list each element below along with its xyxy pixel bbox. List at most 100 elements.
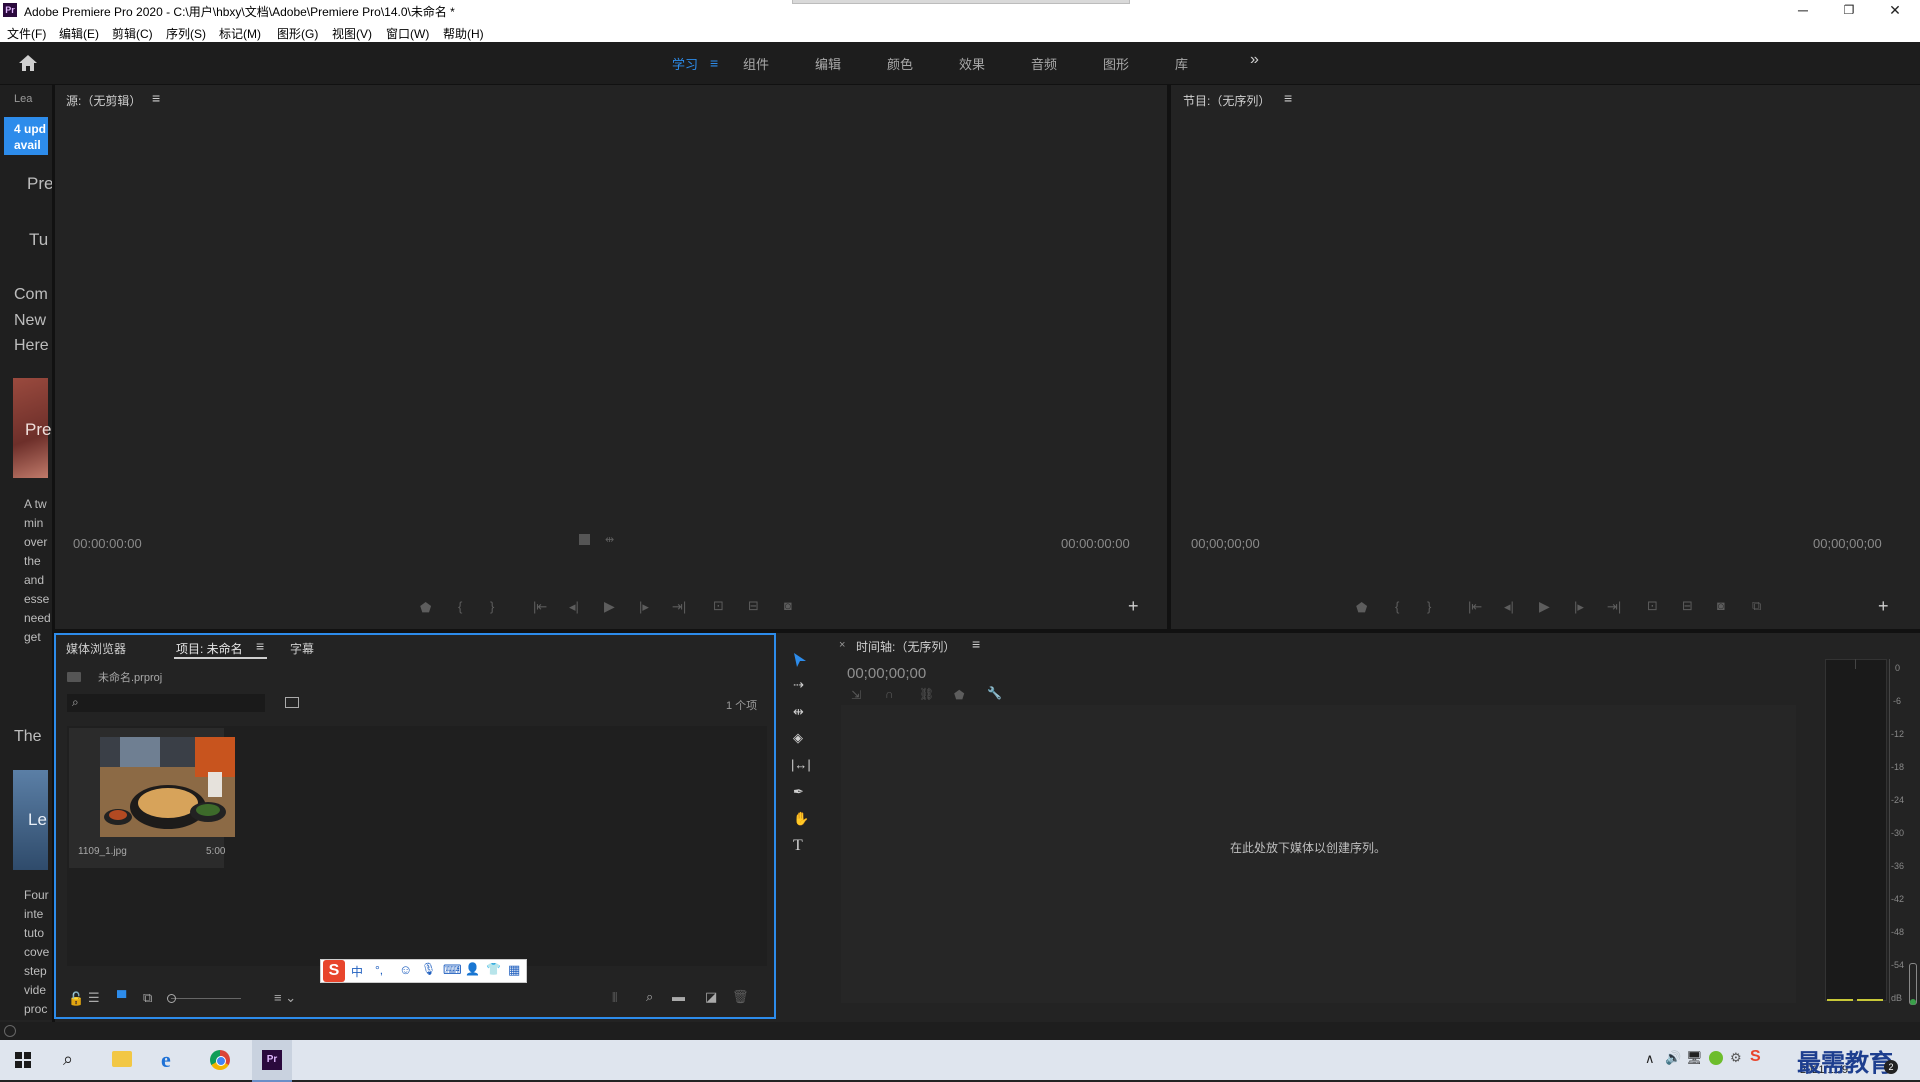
selection-tool-icon[interactable]: [793, 652, 807, 671]
workspace-audio[interactable]: 音频: [1031, 54, 1057, 73]
learn-tab[interactable]: Lea: [14, 93, 32, 105]
add-marker-icon[interactable]: ⬟: [954, 688, 964, 702]
hand-tool-icon[interactable]: ✋: [793, 811, 809, 827]
sort-icon[interactable]: ≡ ⌄: [274, 990, 296, 1006]
status-icon[interactable]: [4, 1025, 16, 1037]
notification-badge[interactable]: 2: [1884, 1060, 1898, 1074]
insert-sequence-as-nest-icon[interactable]: ⇲: [851, 688, 861, 702]
panel-menu-icon[interactable]: ≡: [256, 638, 264, 654]
timeline-settings-wrench-icon[interactable]: 🔧: [987, 686, 1002, 700]
panel-menu-icon[interactable]: ≡: [1284, 90, 1292, 106]
learn-item[interactable]: Tu: [29, 230, 48, 250]
step-forward-icon[interactable]: |▸: [639, 599, 649, 615]
mark-in-icon[interactable]: {: [458, 599, 462, 614]
security-tray-icon[interactable]: [1709, 1051, 1723, 1065]
menu-sequence[interactable]: 序列(S): [166, 25, 206, 42]
lift-icon[interactable]: ⊡: [1647, 598, 1658, 614]
tray-expand-icon[interactable]: ∧: [1645, 1051, 1655, 1067]
menu-edit[interactable]: 编辑(E): [59, 25, 99, 42]
premiere-taskbar-button[interactable]: Pr: [252, 1040, 292, 1082]
icon-view-icon[interactable]: ▀: [117, 990, 126, 1005]
workspace-color[interactable]: 颜色: [887, 54, 913, 73]
file-explorer-icon[interactable]: [112, 1051, 132, 1067]
sogou-logo-icon[interactable]: S: [323, 960, 345, 982]
source-timecode-left[interactable]: 00:00:00:00: [73, 536, 142, 551]
home-icon[interactable]: [18, 54, 38, 75]
sogou-tray-icon[interactable]: S: [1750, 1048, 1761, 1066]
menu-help[interactable]: 帮助(H): [443, 25, 484, 42]
comparison-view-icon[interactable]: ⧉: [1752, 598, 1761, 614]
export-frame-icon[interactable]: ◙: [784, 598, 792, 613]
add-button-icon[interactable]: +: [1128, 596, 1139, 617]
tab-captions[interactable]: 字幕: [290, 640, 314, 657]
workspace-graphics[interactable]: 图形: [1103, 54, 1129, 73]
toolbox-icon[interactable]: ▦: [508, 962, 520, 978]
mark-out-icon[interactable]: }: [1427, 599, 1431, 614]
workspace-effects[interactable]: 效果: [959, 54, 985, 73]
edge-browser-icon[interactable]: e: [161, 1047, 171, 1073]
menu-view[interactable]: 视图(V): [332, 25, 372, 42]
chrome-icon[interactable]: [210, 1050, 230, 1070]
menu-graphics[interactable]: 图形(G): [277, 25, 318, 42]
mark-in-icon[interactable]: {: [1395, 599, 1399, 614]
timeline-title[interactable]: 时间轴:（无序列）: [856, 638, 955, 655]
step-back-icon[interactable]: ◂|: [569, 599, 579, 615]
tutorial-thumbnail[interactable]: Le: [13, 770, 48, 870]
type-tool-icon[interactable]: T: [793, 837, 803, 855]
restore-button[interactable]: ❐: [1826, 0, 1872, 22]
mark-out-icon[interactable]: }: [490, 599, 494, 614]
tutorial-thumbnail[interactable]: Pre: [13, 378, 51, 478]
update-banner[interactable]: 4 upd avail: [4, 117, 48, 155]
volume-icon[interactable]: 🔊: [1665, 1050, 1681, 1066]
panel-menu-icon[interactable]: ≡: [972, 636, 980, 652]
go-to-in-icon[interactable]: |⇤: [1468, 599, 1482, 615]
source-title[interactable]: 源:（无剪辑）: [66, 92, 141, 109]
menu-clip[interactable]: 剪辑(C): [112, 25, 153, 42]
user-icon[interactable]: 👤: [465, 962, 480, 976]
linked-selection-icon[interactable]: ⛓: [919, 687, 934, 701]
slip-tool-icon[interactable]: |↔|: [791, 757, 811, 772]
keyboard-icon[interactable]: ⌨: [443, 962, 462, 978]
learn-item[interactable]: Pre: [27, 174, 52, 194]
go-to-out-icon[interactable]: ⇥|: [672, 599, 686, 615]
close-tab-icon[interactable]: ×: [839, 639, 845, 651]
pen-tool-icon[interactable]: ✒: [793, 784, 804, 800]
workspace-learn[interactable]: 学习: [672, 54, 698, 73]
workspace-menu-icon[interactable]: ≡: [710, 55, 718, 71]
windows-start-icon[interactable]: [15, 1052, 31, 1071]
voice-icon[interactable]: 🎙: [421, 962, 436, 976]
workspace-editing[interactable]: 编辑: [815, 54, 841, 73]
emoji-icon[interactable]: ☺: [399, 962, 412, 977]
overwrite-icon[interactable]: ⊟: [748, 598, 759, 614]
new-bin-icon[interactable]: ▬: [672, 989, 685, 1004]
ime-mode[interactable]: 中: [351, 963, 363, 980]
zoom-slider[interactable]: [171, 998, 241, 999]
zoom-select-icon[interactable]: [579, 534, 590, 545]
workspace-libraries[interactable]: 库: [1175, 54, 1188, 73]
clip-thumbnail[interactable]: [100, 737, 235, 837]
snap-icon[interactable]: ∩: [885, 687, 894, 701]
workspace-overflow-icon[interactable]: »: [1250, 51, 1259, 69]
new-item-icon[interactable]: ◪: [705, 989, 717, 1005]
timeline-timecode[interactable]: 00;00;00;00: [847, 665, 926, 682]
ripple-edit-tool-icon[interactable]: ⇹: [793, 704, 804, 720]
automate-to-sequence-icon[interactable]: ⫴: [612, 990, 617, 1006]
freeform-view-icon[interactable]: ⧉: [143, 990, 152, 1006]
ime-punct[interactable]: °,: [375, 963, 383, 977]
menu-window[interactable]: 窗口(W): [386, 25, 429, 42]
export-frame-icon[interactable]: ◙: [1717, 598, 1725, 613]
skin-icon[interactable]: 👕: [486, 962, 501, 976]
panel-menu-icon[interactable]: ≡: [152, 90, 160, 106]
menu-marker[interactable]: 标记(M): [219, 25, 261, 42]
insert-icon[interactable]: ⊡: [713, 598, 724, 614]
program-title[interactable]: 节目:（无序列）: [1183, 92, 1270, 109]
network-icon[interactable]: 🖥: [1686, 1050, 1703, 1066]
go-to-out-icon[interactable]: ⇥|: [1607, 599, 1621, 615]
ime-toolbar[interactable]: S 中 °, ☺ 🎙 ⌨ 👤 👕 ▦: [320, 959, 527, 983]
add-marker-icon[interactable]: ⬟: [1356, 600, 1367, 616]
tab-project[interactable]: 项目: 未命名: [176, 640, 243, 657]
list-view-icon[interactable]: ☰: [88, 990, 100, 1006]
clip-item[interactable]: 1109_1.jpg 5:00: [69, 728, 235, 868]
menu-file[interactable]: 文件(F): [7, 25, 46, 42]
search-input[interactable]: ⌕: [67, 694, 265, 712]
